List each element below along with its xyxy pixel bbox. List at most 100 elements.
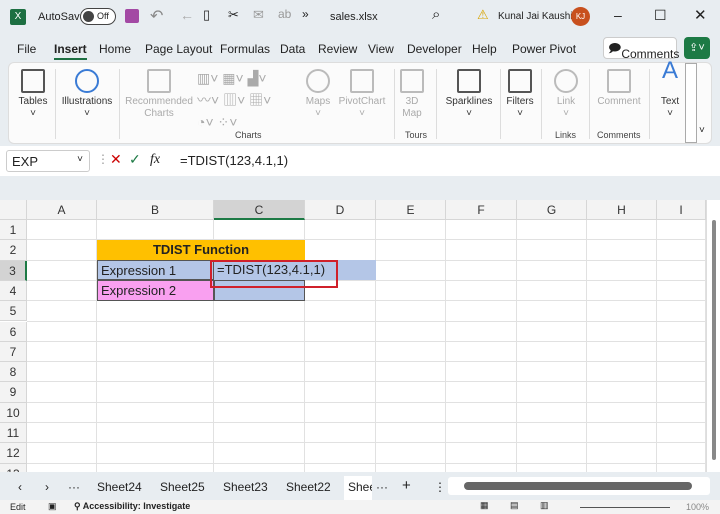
tab-power-pivot[interactable]: Power Pivot [512, 42, 576, 56]
tables-button[interactable]: Tables ˅ [13, 65, 53, 120]
sparkline-icon [457, 69, 481, 93]
next-sheet-icon[interactable]: › [45, 480, 49, 494]
globe-icon [306, 69, 330, 93]
vertical-scrollbar[interactable] [706, 200, 720, 472]
illustrations-button[interactable]: Illustrations ˅ [59, 65, 115, 120]
menu-bar: File Insert Home Page Layout Formulas Da… [0, 36, 720, 62]
column-header[interactable]: G [517, 200, 587, 220]
autosave-toggle[interactable]: Off [80, 8, 116, 25]
sheet-tab[interactable]: Sheet24 [97, 480, 142, 494]
tab-developer[interactable]: Developer [407, 42, 462, 56]
more-sheets-icon[interactable]: ··· [376, 480, 388, 494]
link-button[interactable]: Link ˅ [549, 65, 583, 120]
save-icon[interactable] [125, 9, 139, 23]
row-header[interactable]: 12 [0, 443, 27, 464]
spelling-icon[interactable]: ab [278, 7, 291, 21]
row-header[interactable]: 5 [0, 301, 27, 322]
row-header[interactable]: 9 [0, 382, 27, 403]
column-header[interactable]: I [657, 200, 706, 220]
column-header[interactable]: D [305, 200, 376, 220]
ribbon-scroll[interactable] [685, 63, 697, 143]
enter-icon[interactable]: ✓ [129, 151, 141, 168]
sheet-tab[interactable]: Sheet22 [286, 480, 331, 494]
formula-input[interactable]: =TDIST(123,4.1,1) [180, 153, 288, 168]
row-header[interactable]: 3 [0, 260, 27, 281]
row-header[interactable]: 13 [0, 463, 27, 472]
avatar[interactable]: KJ [571, 7, 590, 26]
page-break-icon[interactable]: ▥ [540, 500, 549, 511]
row-header[interactable]: 7 [0, 341, 27, 363]
add-sheet-icon[interactable]: + [402, 477, 411, 494]
column-header[interactable]: H [587, 200, 657, 220]
undo-icon[interactable]: ↶ [150, 6, 163, 26]
cell-b2[interactable]: TDIST Function [97, 240, 305, 260]
filter-icon [508, 69, 532, 93]
maps-button[interactable]: Maps ˅ [301, 65, 335, 120]
horizontal-scrollbar[interactable] [448, 477, 710, 495]
tab-view[interactable]: View [368, 42, 394, 56]
file-name[interactable]: sales.xlsx [330, 11, 378, 23]
chart-types-gallery[interactable]: ▥˅ ▦˅ ▟˅ 〰˅ ▥˅ ▦˅ ◔˅ ⁘˅ [197, 67, 297, 133]
row-header[interactable]: 10 [0, 402, 27, 423]
more-icon[interactable]: » [302, 7, 309, 21]
mail-icon[interactable]: ✉ [253, 7, 264, 23]
row-header[interactable]: 11 [0, 423, 27, 444]
row-header[interactable]: 2 [0, 240, 27, 261]
more-sheets-icon[interactable]: ··· [68, 480, 80, 494]
column-header[interactable]: B [97, 200, 214, 220]
text-button[interactable]: A Text ˅ [657, 57, 683, 120]
row-header[interactable]: 4 [0, 280, 27, 302]
cut-icon[interactable]: ✂ [228, 7, 239, 23]
sheet-tab[interactable]: Sheet23 [223, 480, 268, 494]
column-header[interactable]: C [214, 200, 305, 220]
spreadsheet-grid[interactable]: ABCDEFGHI12345678910111213 TDIST Functio… [0, 200, 706, 472]
sheet-tab[interactable]: Sheet25 [160, 480, 205, 494]
paste-icon[interactable]: ▯ [203, 7, 210, 23]
accessibility-status[interactable]: ⚲ Accessibility: Investigate [74, 501, 190, 512]
minimize-icon[interactable]: – [614, 7, 622, 23]
filters-button[interactable]: Filters ˅ [503, 65, 537, 120]
normal-view-icon[interactable]: ▦ [480, 500, 489, 511]
row-header[interactable]: 1 [0, 220, 27, 241]
tab-page-layout[interactable]: Page Layout [145, 42, 212, 56]
tab-file[interactable]: File [17, 42, 36, 56]
column-header[interactable]: E [376, 200, 446, 220]
comment-button[interactable]: Comment [593, 65, 645, 108]
macro-icon[interactable]: ▣ [48, 501, 57, 512]
pivotchart-button[interactable]: PivotChart ˅ [337, 65, 387, 120]
select-all[interactable] [0, 200, 27, 220]
tab-insert[interactable]: Insert [54, 42, 87, 60]
cell-b3[interactable]: Expression 1 [97, 260, 214, 280]
tab-home[interactable]: Home [99, 42, 131, 56]
page-layout-icon[interactable]: ▤ [510, 500, 519, 511]
tab-review[interactable]: Review [318, 42, 357, 56]
zoom-slider[interactable] [580, 507, 670, 508]
tab-formulas[interactable]: Formulas [220, 42, 270, 56]
close-icon[interactable]: ✕ [694, 6, 707, 24]
comments-button[interactable]: 🗩 Comments [603, 37, 679, 61]
sheet-tab-active[interactable]: Shee [344, 476, 372, 502]
tab-help[interactable]: Help [472, 42, 497, 56]
zoom-level[interactable]: 100% [686, 502, 709, 512]
options-icon[interactable]: ⋮ [434, 480, 446, 494]
text-icon: A [661, 57, 678, 84]
cell-b4[interactable]: Expression 2 [97, 280, 214, 301]
prev-sheet-icon[interactable]: ‹ [18, 480, 22, 494]
row-header[interactable]: 8 [0, 362, 27, 383]
tab-data[interactable]: Data [280, 42, 305, 56]
column-header[interactable]: A [27, 200, 97, 220]
recommended-charts-button[interactable]: Recommended Charts [123, 65, 195, 120]
ribbon-expand-icon[interactable]: ˅ [699, 125, 705, 136]
name-box[interactable]: EXP ˅ [6, 150, 90, 172]
maximize-icon[interactable]: ☐ [654, 7, 667, 24]
share-button[interactable]: ⇪˅ [684, 37, 710, 59]
insert-function-button[interactable]: fx [150, 152, 160, 168]
row-header[interactable]: 6 [0, 321, 27, 342]
3d-map-button[interactable]: 3D Map [397, 65, 427, 120]
column-header[interactable]: F [446, 200, 517, 220]
back-icon[interactable]: ← [180, 7, 194, 23]
sparklines-button[interactable]: Sparklines ˅ [441, 65, 497, 120]
search-icon[interactable]: ⌕ [432, 6, 440, 23]
mode-label: Edit [10, 502, 26, 512]
cancel-icon[interactable]: ✕ [110, 151, 122, 168]
